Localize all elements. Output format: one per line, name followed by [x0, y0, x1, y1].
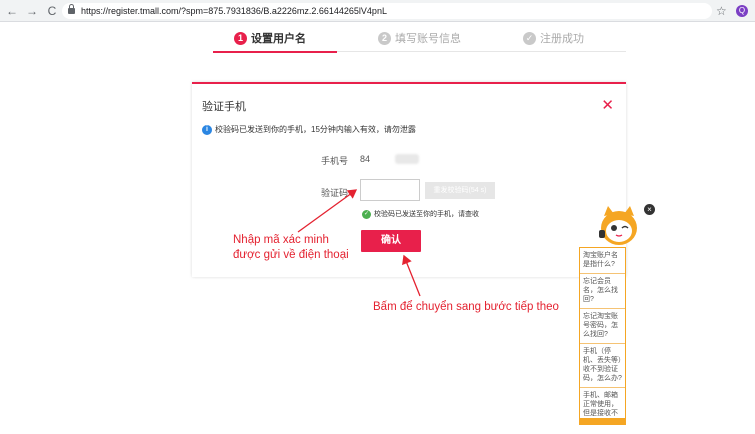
dialog-title: 验证手机	[202, 101, 246, 113]
lock-icon	[68, 4, 75, 14]
annotation-line: được gửi về điện thoại	[233, 249, 349, 261]
reload-icon[interactable]: C	[44, 4, 60, 18]
url-text: https://register.tmall.com/?spm=875.7931…	[81, 6, 387, 16]
step-set-username: 1 设置用户名	[234, 30, 306, 46]
code-sent-notice: ✓ 校验码已发送至你的手机，请查收	[362, 209, 479, 219]
help-item[interactable]: 手机（停机、丢失等）收不到验证码，怎么办?	[580, 344, 625, 388]
registration-steps: 1 设置用户名 2 填写账号信息 ✓ 注册成功	[213, 26, 626, 56]
verification-code-input[interactable]	[360, 179, 420, 201]
code-label: 验证码	[320, 188, 348, 198]
bookmark-star-icon[interactable]: ☆	[716, 4, 727, 18]
close-icon[interactable]: ×	[644, 204, 655, 215]
step-number-icon: 2	[378, 31, 391, 45]
info-text: 校验码已发送到你的手机，15分钟内输入有效，请勿泄露	[215, 125, 416, 134]
phone-value: 84	[360, 154, 371, 164]
info-notice: i 校验码已发送到你的手机，15分钟内输入有效，请勿泄露	[202, 124, 416, 135]
help-panel-footer	[580, 418, 625, 424]
resend-code-button[interactable]: 重发校验码(54 s)	[425, 182, 495, 199]
address-bar[interactable]: https://register.tmall.com/?spm=875.7931…	[62, 3, 712, 19]
back-icon[interactable]: ←	[4, 4, 20, 18]
step-label: 设置用户名	[251, 33, 306, 45]
phone-label: 手机号	[320, 156, 348, 166]
help-panel: 淘宝账户名是指什么? 忘记会员名，怎么找回? 忘记淘宝账号密码，怎么找回? 手机…	[579, 247, 626, 425]
redacted-phone	[395, 154, 419, 164]
step-divider	[337, 51, 626, 52]
step-label: 填写账号信息	[395, 33, 461, 45]
step-account-info: 2 填写账号信息	[378, 30, 461, 46]
forward-icon[interactable]: →	[24, 4, 40, 18]
code-sent-text: 校验码已发送至你的手机，请查收	[374, 211, 479, 218]
help-item[interactable]: 忘记淘宝账号密码，怎么找回?	[580, 309, 625, 344]
help-item[interactable]: 淘宝账户名是指什么?	[580, 248, 625, 274]
active-step-underline	[213, 51, 337, 53]
annotation-click-next: Bấm để chuyển sang bước tiếp theo	[373, 301, 559, 313]
step-label: 注册成功	[540, 33, 584, 45]
step-success: ✓ 注册成功	[523, 30, 584, 46]
help-item[interactable]: 忘记会员名，怎么找回?	[580, 274, 625, 309]
check-icon: ✓	[523, 31, 536, 45]
extension-icon[interactable]: Q	[736, 5, 748, 17]
check-circle-icon: ✓	[362, 209, 371, 219]
annotation-line: Nhập mã xác minh	[233, 234, 329, 246]
mascot-icon[interactable]	[594, 200, 644, 248]
confirm-button[interactable]: 确认	[361, 230, 421, 252]
step-number-icon: 1	[234, 31, 247, 45]
browser-toolbar: ← → C https://register.tmall.com/?spm=87…	[0, 0, 755, 22]
close-icon[interactable]: ✕	[601, 96, 614, 114]
annotation-enter-code: Nhập mã xác minh được gửi về điện thoại	[233, 233, 349, 263]
info-icon: i	[202, 124, 212, 135]
